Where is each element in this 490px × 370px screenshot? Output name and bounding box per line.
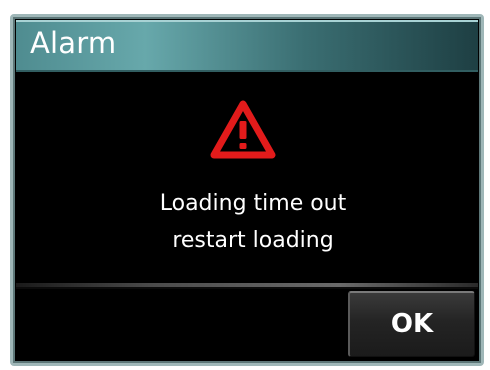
dialog-titlebar: Alarm [16,20,478,72]
button-bar-empty-area [16,291,344,357]
alarm-dialog: Alarm Loading time out restart loading O… [10,14,484,366]
message-line-1: Loading time out [159,191,347,216]
warning-triangle-icon [210,100,276,159]
message-line-2: restart loading [172,228,334,253]
screen: Alarm Loading time out restart loading O… [0,0,490,370]
ok-button[interactable]: OK [348,291,475,357]
dialog-title: Alarm [30,26,117,60]
ok-button-label: OK [390,309,434,339]
divider-shadow [16,287,478,289]
